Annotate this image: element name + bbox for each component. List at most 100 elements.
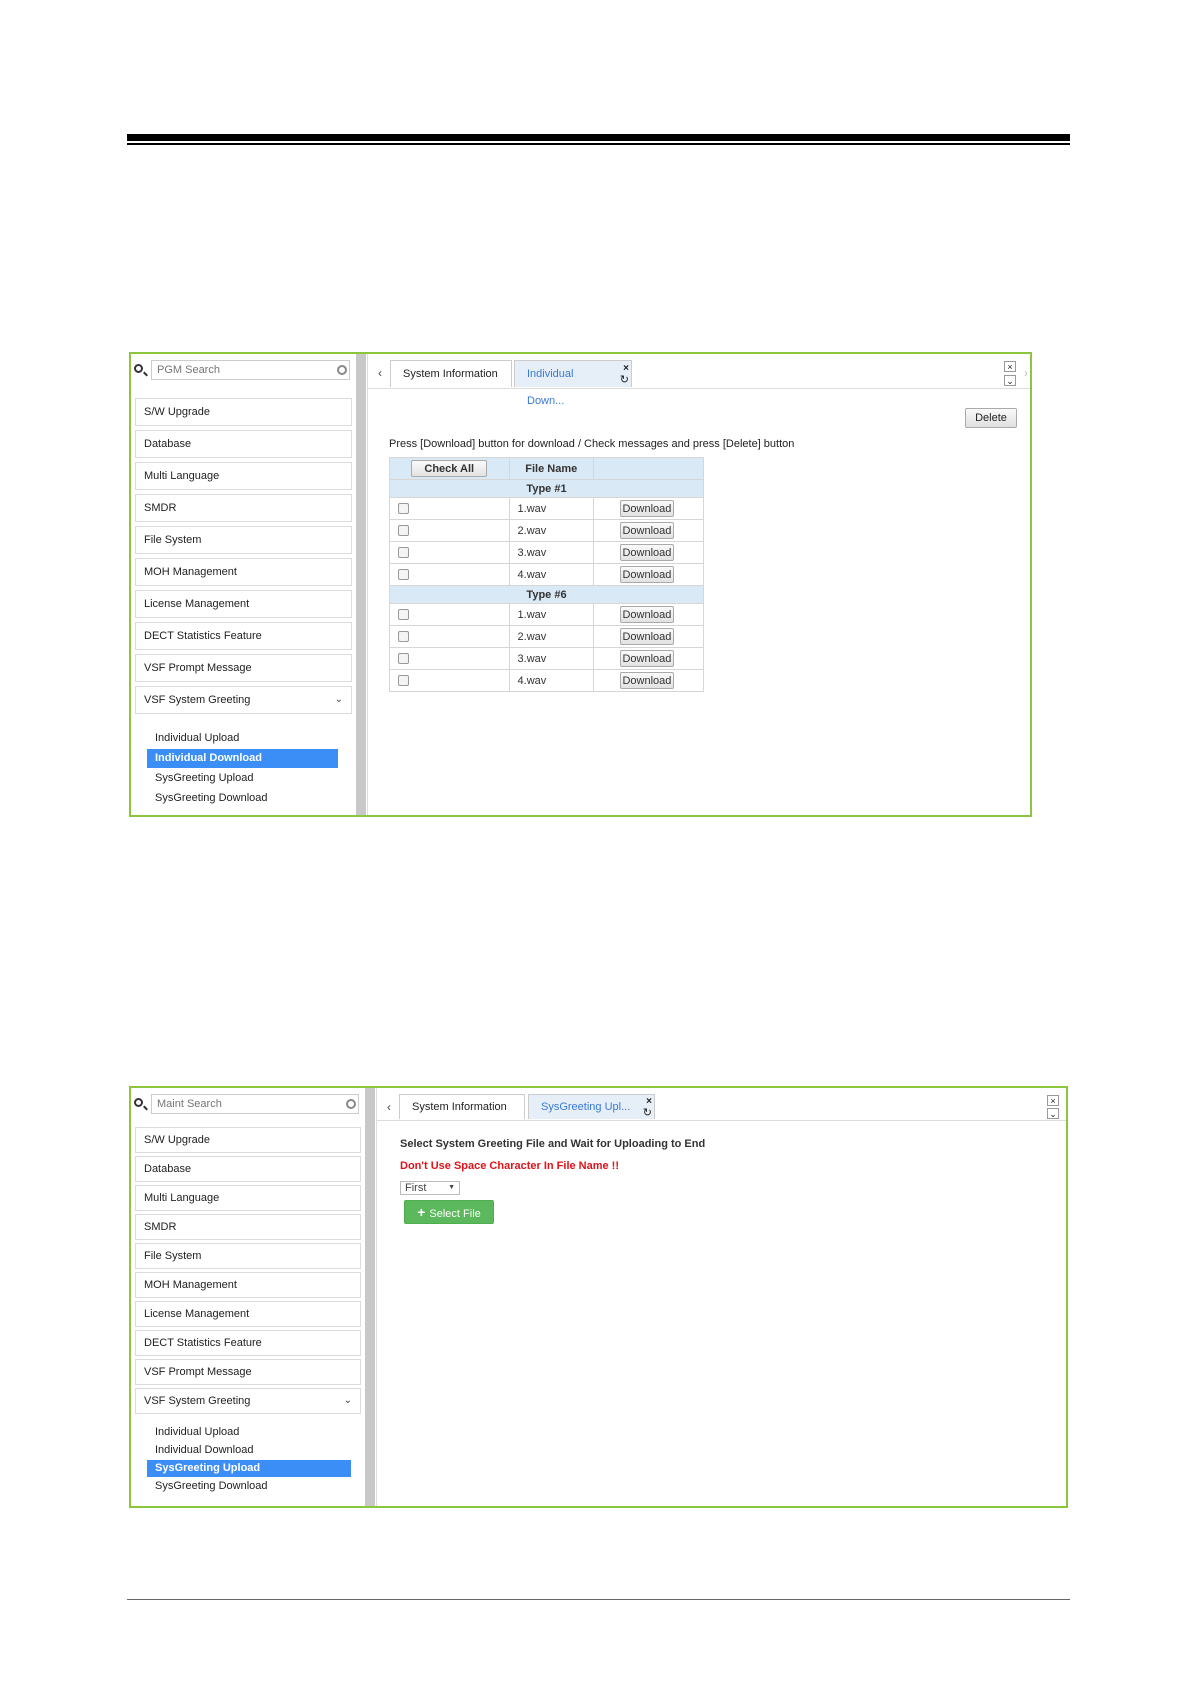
sidebar-scrollbar[interactable] <box>356 354 366 815</box>
download-button[interactable]: Download <box>619 500 674 517</box>
search-icon[interactable] <box>134 1098 143 1107</box>
download-button[interactable]: Download <box>619 606 674 623</box>
menu-item-file-system[interactable]: File System <box>135 526 352 554</box>
file-name: 3.wav <box>508 647 594 670</box>
close-icon[interactable]: × <box>1047 1095 1059 1106</box>
close-icon[interactable]: × <box>1004 361 1016 372</box>
check-all-cell: Check All <box>389 457 510 480</box>
row-checkbox[interactable] <box>398 503 409 515</box>
menu-item-moh-management[interactable]: MOH Management <box>135 558 352 586</box>
delete-button[interactable]: Delete <box>965 408 1017 428</box>
search-box <box>131 1094 359 1116</box>
tab-system-information[interactable]: System Information <box>399 1094 525 1119</box>
clear-search-icon[interactable] <box>346 1099 356 1109</box>
file-name: 1.wav <box>508 603 594 626</box>
tab-bar: ‹ System Information SysGreeting Upl... … <box>377 1094 1066 1121</box>
submenu-individual-download[interactable]: Individual Download <box>147 749 338 768</box>
menu-item-license-management[interactable]: License Management <box>135 590 352 618</box>
download-button[interactable]: Download <box>619 650 674 667</box>
menu-item-moh-management[interactable]: MOH Management <box>135 1272 361 1298</box>
download-button[interactable]: Download <box>619 672 674 689</box>
search-input[interactable] <box>151 360 350 380</box>
instruction-text: Press [Download] button for download / C… <box>389 438 795 450</box>
tab-system-information[interactable]: System Information <box>390 360 512 387</box>
select-file-label: Select File <box>429 1208 481 1220</box>
tab-left-arrow-icon[interactable]: ‹ <box>387 1100 391 1114</box>
sidebar-scrollbar[interactable] <box>365 1088 375 1506</box>
menu-item-database[interactable]: Database <box>135 430 352 458</box>
submenu-sysgreeting-upload[interactable]: SysGreeting Upload <box>147 769 333 788</box>
submenu-sysgreeting-upload[interactable]: SysGreeting Upload <box>147 1460 351 1477</box>
menu-item-vsf-prompt-message[interactable]: VSF Prompt Message <box>135 1359 361 1385</box>
group-header: Type #6 <box>389 585 704 604</box>
action-header <box>592 457 705 480</box>
table-row: 3.wav Download <box>389 541 705 564</box>
row-checkbox[interactable] <box>398 631 409 643</box>
menu-item-sw-upgrade[interactable]: S/W Upgrade <box>135 398 352 426</box>
sidebar: S/W Upgrade Database Multi Language SMDR… <box>131 1088 365 1506</box>
submenu-individual-upload[interactable]: Individual Upload <box>147 1424 347 1441</box>
header-rule-thick <box>127 134 1070 141</box>
tab-label: SysGreeting Upl... <box>541 1101 631 1113</box>
dropdown-arrow-icon: ▼ <box>448 1184 455 1191</box>
submenu-individual-upload[interactable]: Individual Upload <box>147 729 333 748</box>
row-checkbox[interactable] <box>398 547 409 559</box>
menu-item-multi-language[interactable]: Multi Language <box>135 1185 361 1211</box>
menu-item-smdr[interactable]: SMDR <box>135 1214 361 1240</box>
download-button[interactable]: Download <box>619 522 674 539</box>
search-input[interactable] <box>151 1094 359 1114</box>
clear-search-icon[interactable] <box>337 365 347 375</box>
tab-bar: ‹ System Information Individual Down... … <box>368 360 1030 407</box>
refresh-icon[interactable]: ↻ <box>620 367 629 394</box>
check-all-button[interactable]: Check All <box>411 460 488 477</box>
menu-item-vsf-system-greeting[interactable]: VSF System Greeting ⌄ <box>135 686 352 714</box>
plus-icon: + <box>417 1204 426 1220</box>
menu-item-vsf-system-greeting[interactable]: VSF System Greeting ⌄ <box>135 1388 361 1414</box>
row-checkbox[interactable] <box>398 569 409 581</box>
tab-right-arrow-icon[interactable]: › <box>1024 366 1028 380</box>
search-box <box>131 360 350 382</box>
submenu-sysgreeting-download[interactable]: SysGreeting Download <box>147 789 333 808</box>
submenu-sysgreeting-download[interactable]: SysGreeting Download <box>147 1478 347 1495</box>
menu-item-database[interactable]: Database <box>135 1156 361 1182</box>
file-name-header: File Name <box>508 457 594 480</box>
footer-rule <box>127 1599 1070 1600</box>
submenu-individual-download[interactable]: Individual Download <box>147 1442 347 1459</box>
greeting-select-value: First <box>405 1182 427 1194</box>
chevron-down-icon[interactable]: ⌄ <box>1004 375 1016 386</box>
screenshot-individual-download: S/W Upgrade Database Multi Language SMDR… <box>129 352 1032 817</box>
menu-item-label: VSF System Greeting <box>144 694 251 706</box>
row-checkbox[interactable] <box>398 609 409 621</box>
row-checkbox[interactable] <box>398 675 409 687</box>
row-checkbox[interactable] <box>398 653 409 665</box>
download-button[interactable]: Download <box>619 544 674 561</box>
greeting-select[interactable]: First ▼ <box>400 1181 460 1195</box>
download-button[interactable]: Download <box>619 628 674 645</box>
file-name: 4.wav <box>508 563 594 586</box>
menu-item-license-management[interactable]: License Management <box>135 1301 361 1327</box>
menu-item-multi-language[interactable]: Multi Language <box>135 462 352 490</box>
download-button[interactable]: Download <box>619 566 674 583</box>
tab-left-arrow-icon[interactable]: ‹ <box>378 366 382 380</box>
tab-individual-download[interactable]: Individual Down... × ↻ <box>514 360 632 407</box>
menu-item-vsf-prompt-message[interactable]: VSF Prompt Message <box>135 654 352 682</box>
table-row: 4.wav Download <box>389 563 705 586</box>
menu-item-dect-statistics[interactable]: DECT Statistics Feature <box>135 622 352 650</box>
content-panel: ‹ System Information Individual Down... … <box>367 354 1030 815</box>
tab-sysgreeting-upload[interactable]: SysGreeting Upl... × ↻ <box>528 1094 655 1119</box>
row-checkbox[interactable] <box>398 525 409 537</box>
menu-item-file-system[interactable]: File System <box>135 1243 361 1269</box>
menu-item-smdr[interactable]: SMDR <box>135 494 352 522</box>
tab-label: Individual Down... <box>527 368 574 407</box>
menu-item-dect-statistics[interactable]: DECT Statistics Feature <box>135 1330 361 1356</box>
refresh-icon[interactable]: ↻ <box>643 1101 652 1126</box>
menu-item-sw-upgrade[interactable]: S/W Upgrade <box>135 1127 361 1153</box>
file-name: 2.wav <box>508 519 594 542</box>
table-row: 2.wav Download <box>389 519 705 542</box>
chevron-down-icon: ⌄ <box>343 1395 352 1406</box>
chevron-down-icon[interactable]: ⌄ <box>1047 1108 1059 1119</box>
search-icon[interactable] <box>134 364 143 373</box>
menu-item-label: VSF System Greeting <box>144 1395 251 1407</box>
select-file-button[interactable]: + Select File <box>404 1200 494 1224</box>
file-name-warning: Don't Use Space Character In File Name !… <box>400 1160 620 1172</box>
